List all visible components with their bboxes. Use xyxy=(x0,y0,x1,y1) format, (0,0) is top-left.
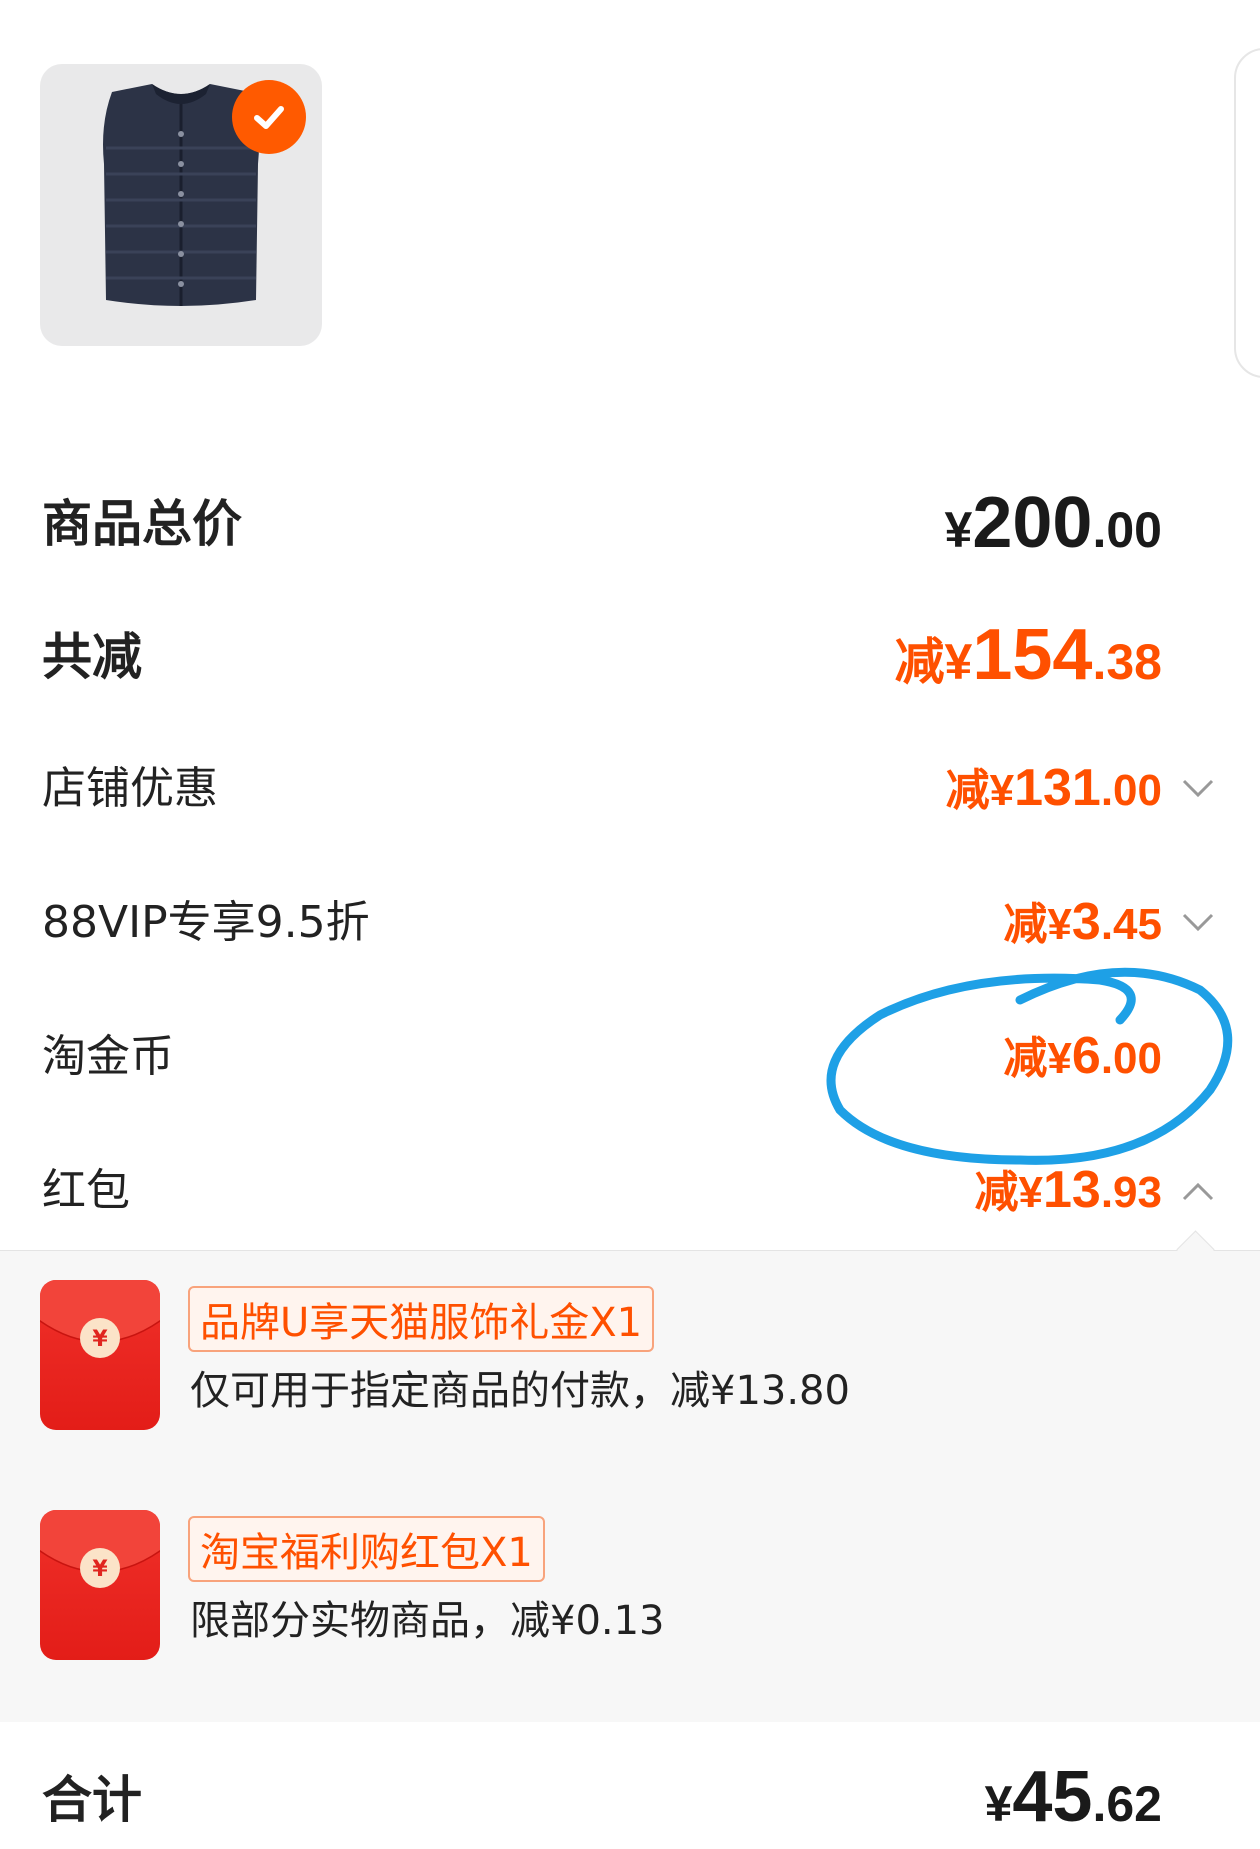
chevron-down-icon[interactable] xyxy=(1176,766,1220,810)
svg-text:¥: ¥ xyxy=(92,1327,108,1352)
store-discount-label: 店铺优惠 xyxy=(42,763,218,814)
order-total-label: 合计 xyxy=(42,1771,142,1829)
red-envelope-icon: ¥ xyxy=(40,1280,160,1430)
discount-total-value: 减¥154.38 xyxy=(894,615,1162,695)
chevron-up-icon[interactable] xyxy=(1176,1170,1220,1214)
total-price-value: ¥200.00 xyxy=(944,483,1162,563)
chevron-down-icon[interactable] xyxy=(1176,900,1220,944)
adjacent-card-edge xyxy=(1234,48,1260,378)
vip-discount-value[interactable]: 减¥3.45 xyxy=(1003,888,1162,952)
redpacket-tag: 淘宝福利购红包X1 xyxy=(188,1516,545,1582)
coins-discount-label: 淘金币 xyxy=(42,1031,174,1082)
order-total-value: ¥45.62 xyxy=(984,1757,1162,1837)
coins-discount-value: 减¥6.00 xyxy=(1003,1027,1162,1085)
redpacket-discount-label: 红包 xyxy=(42,1165,130,1216)
store-discount-value[interactable]: 减¥131.00 xyxy=(946,754,1162,818)
coupon-desc: 仅可用于指定商品的付款，减¥13.80 xyxy=(190,1368,850,1414)
redpacket-desc: 限部分实物商品，减¥0.13 xyxy=(190,1598,665,1644)
discount-total-label: 共减 xyxy=(42,628,142,686)
total-price-label: 商品总价 xyxy=(42,495,242,553)
red-envelope-icon: ¥ xyxy=(40,1510,160,1660)
selected-checkmark-icon[interactable] xyxy=(232,80,306,154)
vip-discount-label: 88VIP专享9.5折 xyxy=(42,897,370,948)
checkmark-icon xyxy=(254,106,284,129)
coupon-tag: 品牌U享天猫服饰礼金X1 xyxy=(188,1286,655,1352)
redpacket-discount-value[interactable]: 减¥13.93 xyxy=(975,1156,1163,1220)
svg-text:¥: ¥ xyxy=(92,1557,108,1582)
